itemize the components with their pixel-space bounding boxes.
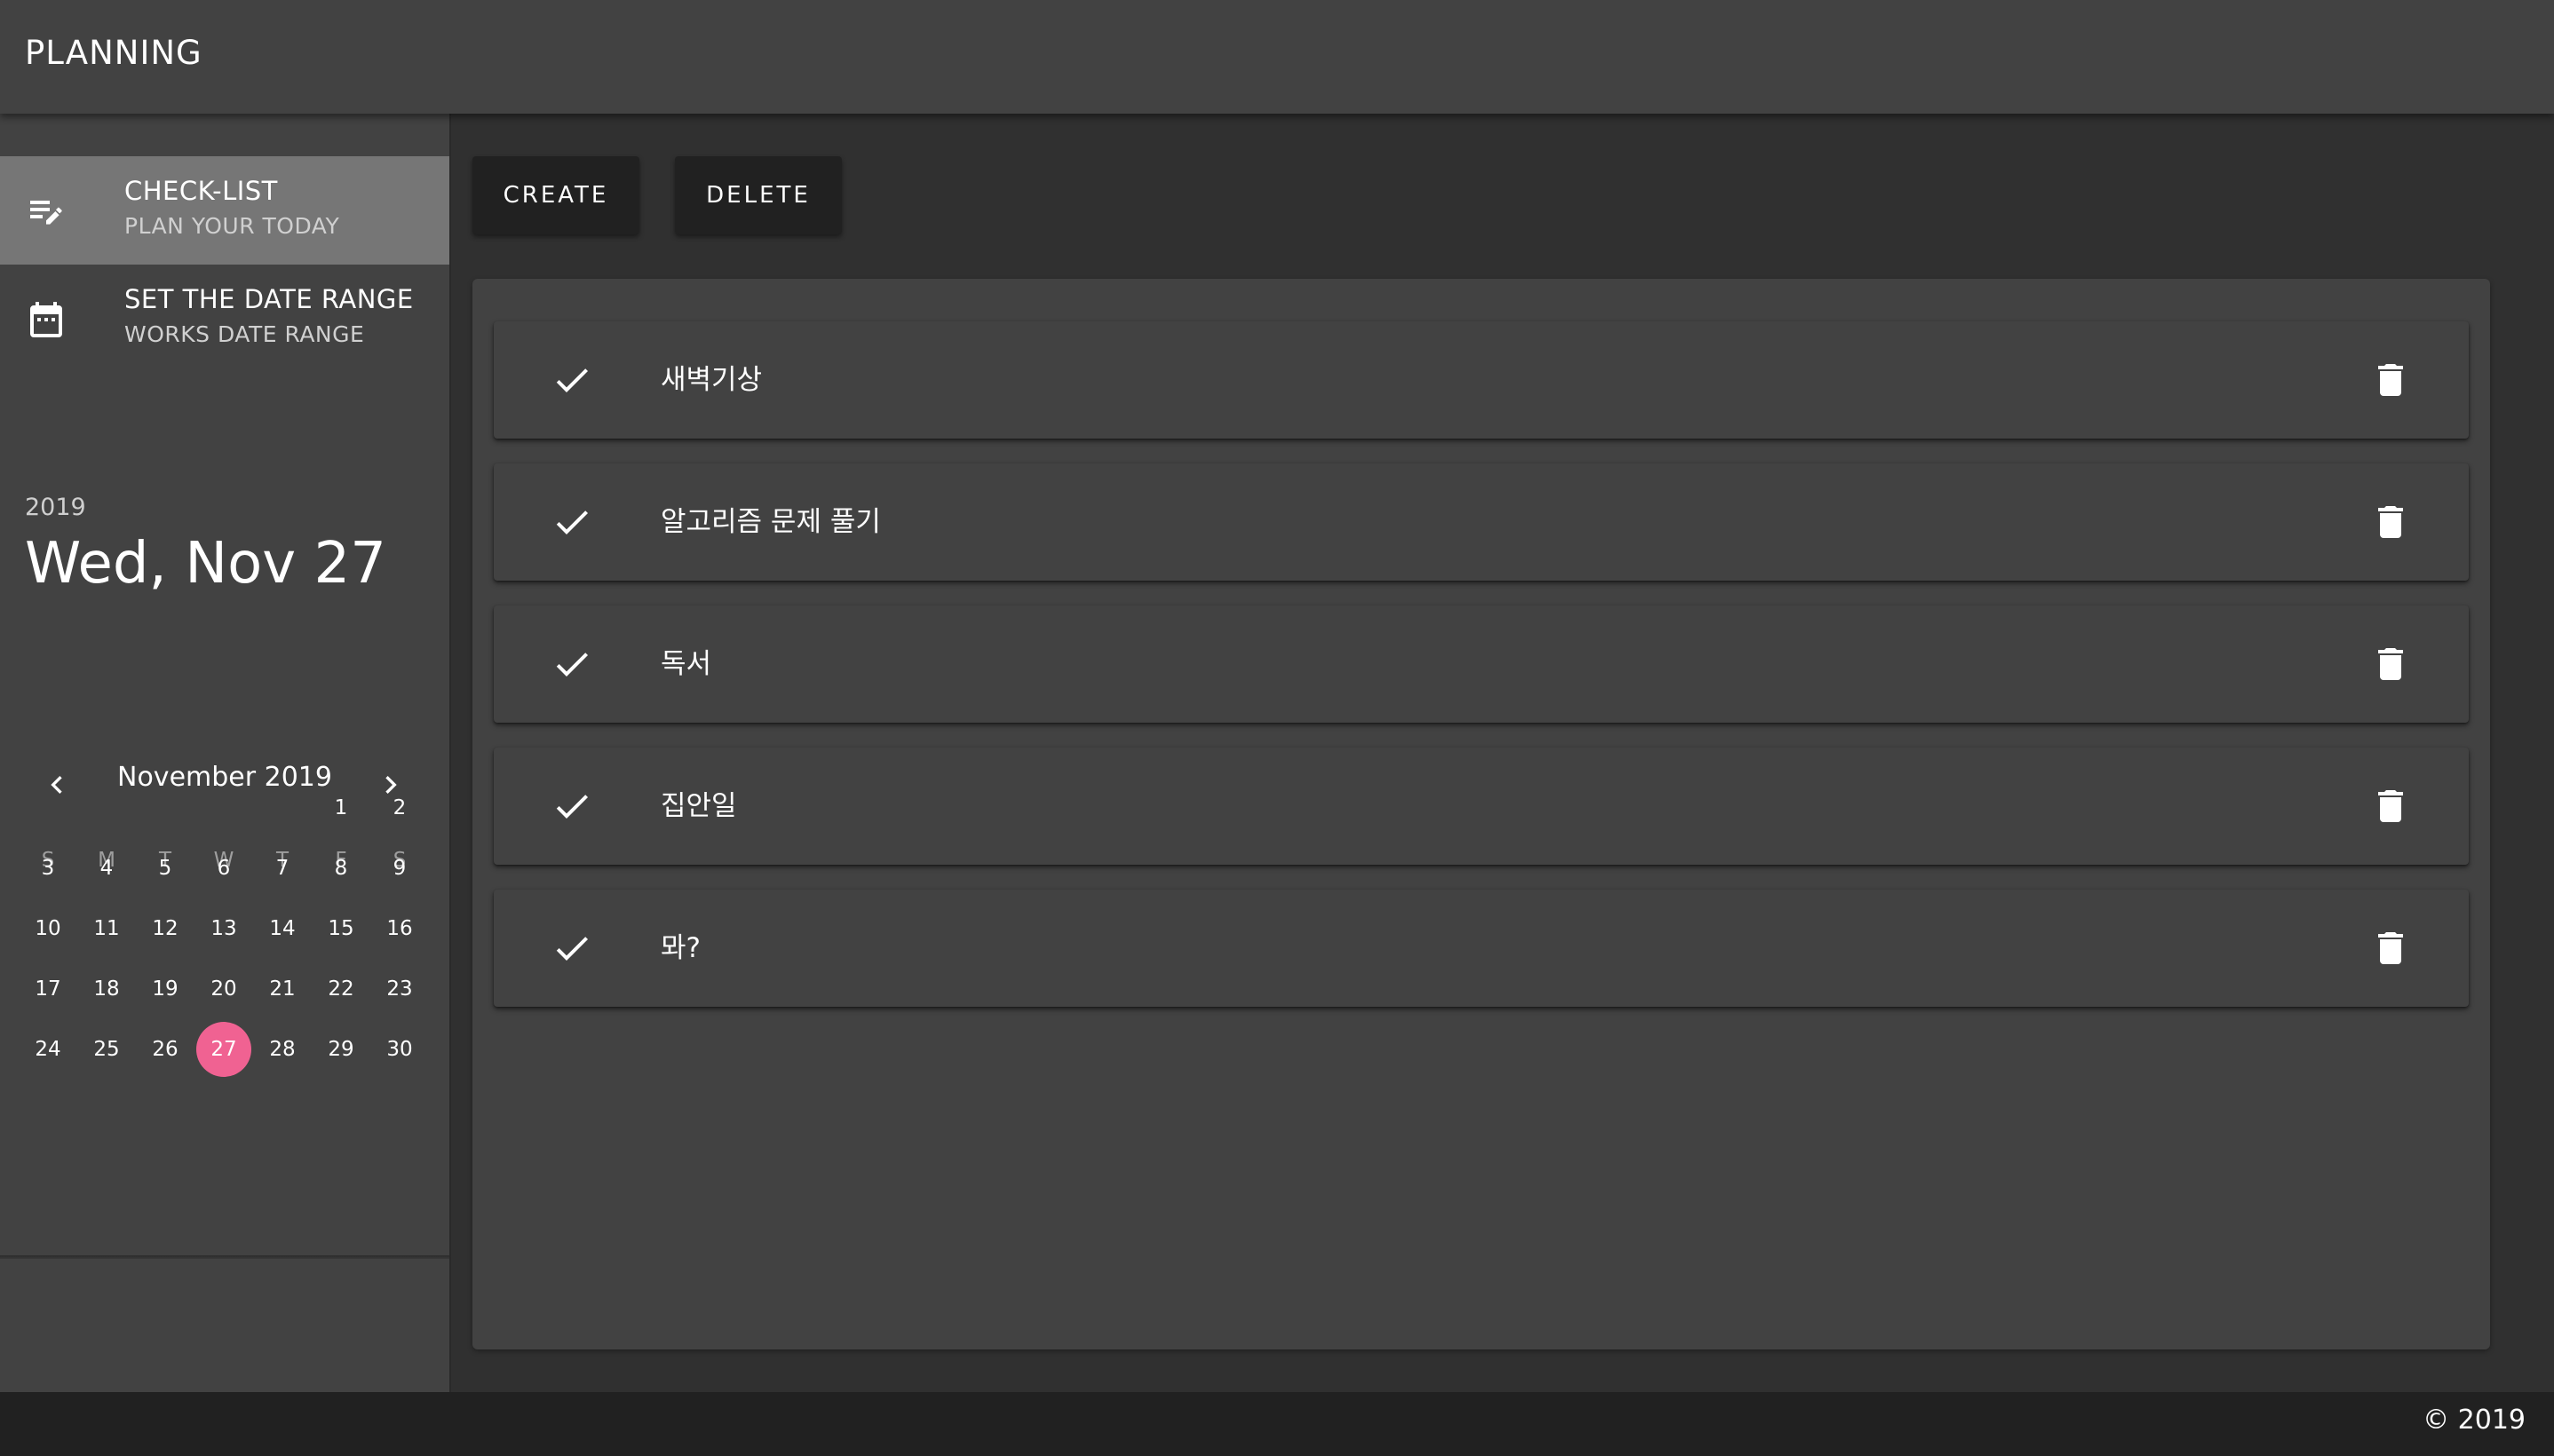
calendar-day[interactable]: 10 xyxy=(20,901,75,956)
calendar-day[interactable]: 15 xyxy=(313,901,369,956)
calendar-day[interactable]: 14 xyxy=(255,901,310,956)
footer: © 2019 xyxy=(0,1392,2554,1456)
delete-button[interactable]: DELETE xyxy=(675,156,842,234)
calendar-day[interactable]: 18 xyxy=(79,961,134,1017)
create-button[interactable]: CREATE xyxy=(472,156,639,234)
calendar-day[interactable]: 6 xyxy=(196,841,251,896)
todo-row[interactable]: 알고리즘 문제 풀기 xyxy=(494,463,2469,581)
calendar-day[interactable]: 22 xyxy=(313,961,369,1017)
sidebar-item-label: CHECK-LIST xyxy=(124,176,278,206)
calendar-icon xyxy=(30,302,62,337)
calendar-day[interactable]: 9 xyxy=(372,841,427,896)
previous-month-button[interactable] xyxy=(36,764,78,806)
sidebar-item-sublabel: WORKS DATE RANGE xyxy=(124,321,365,347)
calendar-day[interactable]: 25 xyxy=(79,1022,134,1077)
sidebar: CHECK-LIST PLAN YOUR TODAY SET THE DATE … xyxy=(0,114,451,1392)
trash-icon[interactable] xyxy=(2369,785,2412,827)
todo-row[interactable]: 새벽기상 xyxy=(494,321,2469,439)
calendar-day-selected[interactable]: 27 xyxy=(196,1022,251,1077)
sidebar-item-label: SET THE DATE RANGE xyxy=(124,284,414,314)
calendar-day[interactable]: 2 xyxy=(372,780,427,835)
app-bar: PLANNING xyxy=(0,0,2554,114)
calendar-day[interactable]: 3 xyxy=(20,841,75,896)
todo-row[interactable]: 뫄? xyxy=(494,890,2469,1007)
calendar-day[interactable]: 23 xyxy=(372,961,427,1017)
todo-text: 새벽기상 xyxy=(661,364,763,396)
trash-icon[interactable] xyxy=(2369,501,2412,543)
todo-panel: 새벽기상 알고리즘 문제 풀기 독서 집안일 뫄? xyxy=(472,279,2490,1349)
todo-text: 뫄? xyxy=(661,932,701,964)
trash-icon[interactable] xyxy=(2369,359,2412,401)
check-icon[interactable] xyxy=(551,501,593,543)
calendar-day[interactable]: 21 xyxy=(255,961,310,1017)
calendar-day[interactable]: 17 xyxy=(20,961,75,1017)
playlist-edit-icon xyxy=(30,201,62,225)
calendar-day[interactable]: 5 xyxy=(138,841,193,896)
app-title: PLANNING xyxy=(25,34,202,72)
calendar-day[interactable]: 4 xyxy=(79,841,134,896)
todo-row[interactable]: 독서 xyxy=(494,605,2469,723)
sidebar-item-check-list[interactable]: CHECK-LIST PLAN YOUR TODAY xyxy=(0,156,449,265)
sidebar-item-date-range[interactable]: SET THE DATE RANGE WORKS DATE RANGE xyxy=(0,265,449,373)
todo-row[interactable]: 집안일 xyxy=(494,748,2469,865)
check-icon[interactable] xyxy=(551,785,593,827)
calendar-day[interactable]: 1 xyxy=(313,780,369,835)
calendar-day[interactable]: 8 xyxy=(313,841,369,896)
chevron-left-icon xyxy=(51,776,62,794)
month-label: November 2019 xyxy=(117,762,332,793)
todo-text: 집안일 xyxy=(661,790,737,822)
check-icon[interactable] xyxy=(551,359,593,401)
trash-icon[interactable] xyxy=(2369,643,2412,685)
calendar-day[interactable]: 24 xyxy=(20,1022,75,1077)
calendar-day[interactable]: 30 xyxy=(372,1022,427,1077)
check-icon[interactable] xyxy=(551,927,593,969)
calendar-day[interactable]: 7 xyxy=(255,841,310,896)
calendar-day[interactable]: 16 xyxy=(372,901,427,956)
picker-divider xyxy=(0,1255,449,1259)
calendar-day[interactable]: 11 xyxy=(79,901,134,956)
picker-selected-date: Wed, Nov 27 xyxy=(25,531,386,597)
picker-year[interactable]: 2019 xyxy=(25,494,86,521)
sidebar-item-sublabel: PLAN YOUR TODAY xyxy=(124,213,340,239)
check-icon[interactable] xyxy=(551,643,593,685)
calendar-day[interactable]: 12 xyxy=(138,901,193,956)
calendar-day[interactable]: 19 xyxy=(138,961,193,1017)
trash-icon[interactable] xyxy=(2369,927,2412,969)
calendar-day[interactable]: 13 xyxy=(196,901,251,956)
calendar-day[interactable]: 26 xyxy=(138,1022,193,1077)
calendar-day[interactable]: 29 xyxy=(313,1022,369,1077)
todo-text: 독서 xyxy=(661,648,712,680)
todo-text: 알고리즘 문제 풀기 xyxy=(661,506,881,538)
copyright-text: © 2019 xyxy=(2423,1405,2526,1436)
calendar-day[interactable]: 28 xyxy=(255,1022,310,1077)
calendar-day[interactable]: 20 xyxy=(196,961,251,1017)
